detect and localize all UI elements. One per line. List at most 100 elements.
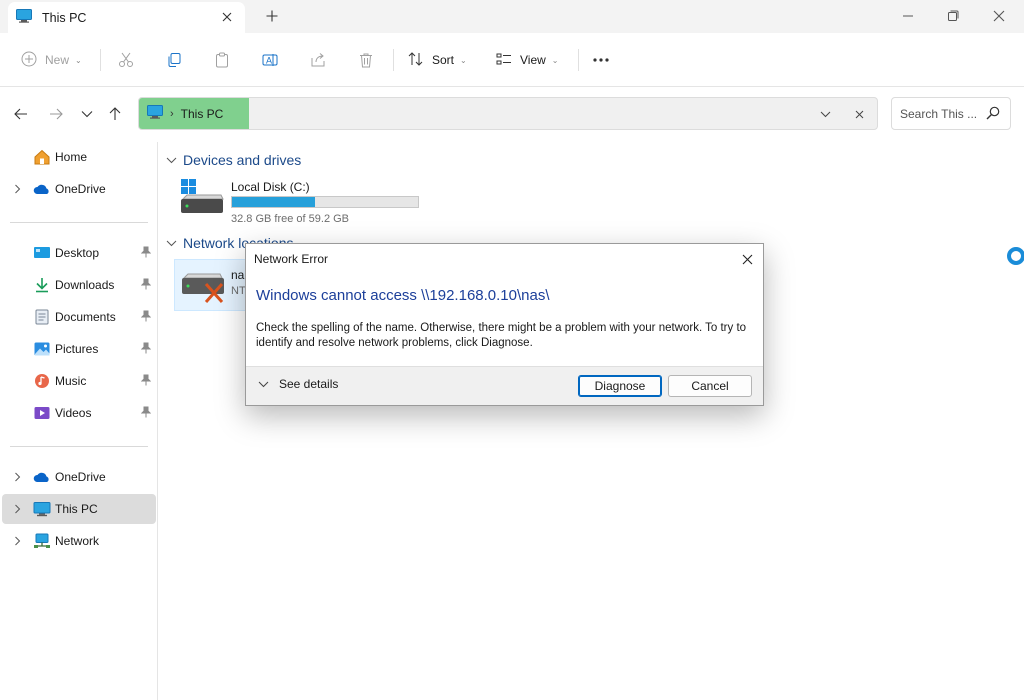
new-button[interactable]: New ⌄	[21, 47, 82, 73]
chevron-down-icon: ⌄	[75, 55, 82, 65]
up-icon[interactable]	[104, 103, 126, 125]
network-location-subtitle: NT	[231, 285, 246, 297]
chevron-right-icon[interactable]	[11, 471, 23, 483]
address-location[interactable]: This PC	[181, 107, 224, 121]
pin-icon[interactable]	[140, 374, 152, 389]
diagnose-button[interactable]: Diagnose	[578, 375, 662, 397]
network-location-name: na	[231, 268, 245, 282]
local-disk-icon	[179, 179, 225, 218]
content-pane: Devices and drives Local Disk (C:) 32.8 …	[159, 142, 1024, 700]
dialog-heading: Windows cannot access \\192.168.0.10\nas…	[256, 287, 550, 304]
sidebar-item-downloads[interactable]: Downloads	[2, 270, 156, 300]
sort-button[interactable]: Sort ⌄	[408, 47, 467, 73]
pictures-icon	[33, 341, 51, 357]
view-icon	[496, 51, 512, 70]
sidebar-item-music[interactable]: Music	[2, 366, 156, 396]
desktop-icon	[33, 245, 51, 261]
pin-icon[interactable]	[140, 278, 152, 293]
dialog-title-bar: Network Error	[246, 244, 763, 274]
forward-icon[interactable]	[45, 103, 67, 125]
dialog-title: Network Error	[254, 252, 329, 266]
pin-icon[interactable]	[140, 342, 152, 357]
separator	[393, 49, 394, 71]
address-dropdown-icon[interactable]	[815, 104, 835, 124]
chevron-down-icon: ⌄	[551, 55, 559, 65]
sidebar-item-desktop[interactable]: Desktop	[2, 238, 156, 268]
sidebar-item-onedrive[interactable]: OneDrive	[2, 174, 156, 204]
share-icon[interactable]	[310, 47, 326, 73]
sidebar-item-label: Documents	[55, 310, 116, 324]
pin-icon[interactable]	[140, 406, 152, 421]
delete-icon[interactable]	[358, 47, 374, 73]
network-error-dialog: Network Error Windows cannot access \\19…	[245, 243, 764, 406]
sidebar-item-label: Network	[55, 534, 100, 548]
sidebar-item-onedrive[interactable]: OneDrive	[2, 462, 156, 492]
drive-usage-bar	[231, 196, 419, 208]
copy-icon[interactable]	[166, 47, 182, 73]
downloads-icon	[33, 277, 51, 293]
chevron-right-icon[interactable]	[11, 183, 23, 195]
search-box[interactable]	[891, 97, 1011, 130]
address-clear-icon[interactable]	[849, 104, 869, 124]
sidebar-item-this-pc[interactable]: This PC	[2, 494, 156, 524]
network-icon	[33, 533, 51, 549]
maximize-icon[interactable]	[941, 4, 965, 28]
sidebar-item-pictures[interactable]: Pictures	[2, 334, 156, 364]
onedrive-icon	[33, 469, 51, 485]
address-breadcrumb[interactable]: › This PC	[139, 98, 249, 129]
drive-usage-fill	[232, 197, 315, 207]
pin-icon[interactable]	[140, 310, 152, 325]
see-details-toggle[interactable]: See details	[258, 377, 338, 391]
dialog-footer: See details Diagnose Cancel	[246, 366, 763, 405]
view-button[interactable]: View ⌄	[496, 47, 559, 73]
this-pc-icon	[147, 105, 163, 122]
dialog-message: Check the spelling of the name. Otherwis…	[256, 322, 747, 349]
cut-icon[interactable]	[118, 47, 134, 73]
new-tab-icon[interactable]	[262, 6, 282, 26]
recent-locations-icon[interactable]	[76, 103, 98, 125]
pin-icon[interactable]	[140, 246, 152, 261]
sidebar-item-label: Desktop	[55, 246, 100, 260]
separator	[100, 49, 101, 71]
view-label: View	[520, 53, 546, 67]
more-icon[interactable]	[592, 47, 610, 73]
documents-icon	[33, 309, 51, 325]
sidebar-item-label: This PC	[55, 502, 98, 516]
paste-icon[interactable]	[214, 47, 230, 73]
group-devices-and-drives[interactable]: Devices and drives	[165, 152, 301, 168]
onedrive-icon	[33, 181, 51, 197]
group-header-label: Devices and drives	[183, 152, 302, 168]
sidebar-item-home[interactable]: Home	[2, 142, 156, 172]
dialog-close-icon[interactable]	[737, 249, 757, 269]
drive-local-disk-c[interactable]: Local Disk (C:) 32.8 GB free of 59.2 GB	[177, 176, 427, 226]
chevron-down-icon	[165, 154, 177, 166]
sidebar-item-label: Pictures	[55, 342, 99, 356]
chevron-right-icon[interactable]	[11, 535, 23, 547]
search-icon[interactable]	[986, 106, 1000, 123]
address-bar[interactable]: › This PC	[138, 97, 878, 130]
tab-close-icon[interactable]	[217, 7, 237, 27]
minimize-icon[interactable]	[896, 4, 920, 28]
separator	[578, 49, 579, 71]
this-pc-icon	[33, 501, 51, 517]
back-icon[interactable]	[10, 103, 32, 125]
search-input[interactable]	[900, 106, 982, 121]
chevron-down-icon	[165, 237, 177, 249]
tab-title: This PC	[42, 10, 87, 25]
sidebar-item-network[interactable]: Network	[2, 526, 156, 556]
disconnected-network-drive-icon	[180, 270, 226, 307]
rename-icon[interactable]: A	[262, 47, 278, 73]
this-pc-icon	[16, 9, 32, 26]
sidebar-item-documents[interactable]: Documents	[2, 302, 156, 332]
home-icon	[33, 149, 51, 165]
chevron-down-icon: ⌄	[460, 55, 467, 65]
cancel-button[interactable]: Cancel	[668, 375, 752, 397]
chevron-right-icon[interactable]	[11, 503, 23, 515]
close-icon[interactable]	[987, 4, 1011, 28]
sidebar-item-label: Videos	[55, 406, 92, 420]
tab-this-pc[interactable]: This PC	[8, 2, 245, 33]
title-bar: This PC	[0, 0, 1024, 33]
sidebar-item-label: OneDrive	[55, 470, 106, 484]
dialog-body: Windows cannot access \\192.168.0.10\nas…	[246, 274, 763, 366]
sidebar-item-videos[interactable]: Videos	[2, 398, 156, 428]
